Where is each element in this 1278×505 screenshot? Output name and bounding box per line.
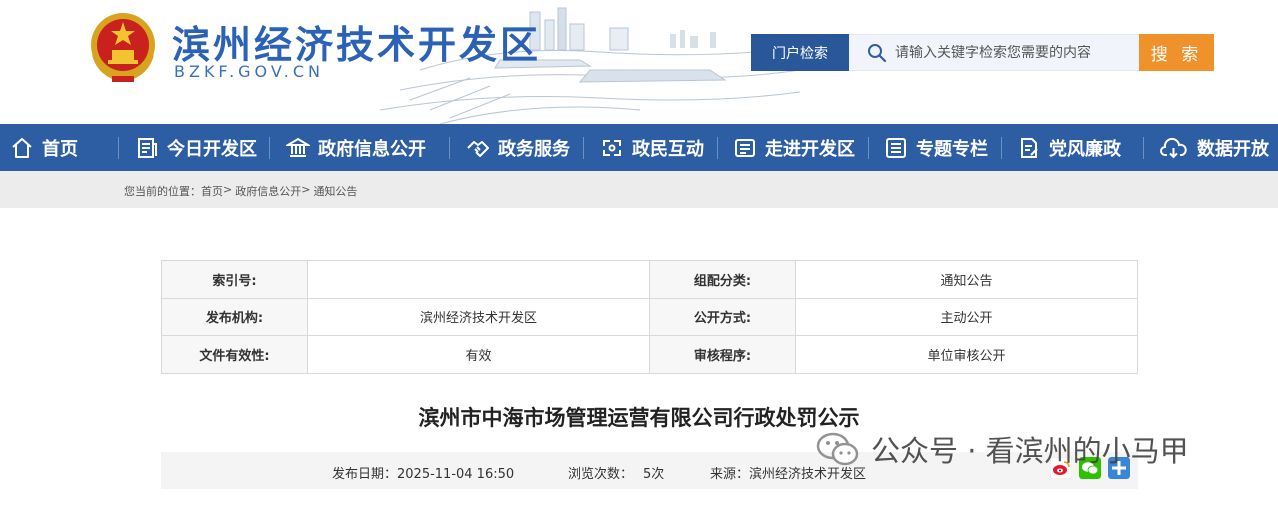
validity-label: 文件有效性: (161, 335, 308, 374)
breadcrumb-prefix: 您当前的位置： (124, 185, 201, 198)
nav-label: 走进开发区 (765, 138, 855, 160)
nav-item-about-zone[interactable]: 走进开发区 (733, 124, 855, 171)
nav-item-gov-info[interactable]: 政府信息公开 (286, 124, 426, 171)
national-emblem-logo (91, 13, 155, 83)
nav-label: 数据开放 (1197, 138, 1269, 160)
government-building-icon (286, 137, 310, 157)
wechat-logo-icon (816, 432, 859, 466)
newspaper-icon (138, 137, 157, 158)
nav-divider (583, 137, 584, 159)
nav-label: 政府信息公开 (318, 138, 426, 160)
profile-card-icon (735, 138, 755, 157)
disclosure-method-value: 主动公开 (795, 297, 1138, 336)
nav-label: 首页 (42, 138, 78, 160)
nav-divider (449, 137, 450, 159)
nav-divider (1001, 137, 1002, 159)
nav-divider (269, 137, 270, 159)
site-domain: BZKF.GOV.CN (174, 62, 324, 81)
nav-divider (868, 137, 869, 159)
breadcrumb: 您当前的位置： 首页 > 政府信息公开 > 通知公告 (0, 171, 1278, 208)
main-nav: 首页 今日开发区 政府信息公开 政务服务 政民互动 走进开发区 专题专栏 党风廉… (0, 124, 1278, 171)
home-icon (12, 137, 32, 158)
site-header: 滨州经济技术开发区 BZKF.GOV.CN 门户检索 搜 索 (0, 0, 1278, 124)
nav-label: 今日开发区 (167, 138, 257, 160)
breadcrumb-separator: > (223, 183, 233, 196)
cloud-download-icon (1160, 137, 1187, 158)
disclosure-method-label: 公开方式: (649, 297, 796, 336)
handshake-icon (467, 140, 489, 157)
list-icon (886, 137, 906, 158)
nav-item-special-topics[interactable]: 专题专栏 (884, 124, 988, 171)
category-value: 通知公告 (795, 260, 1138, 299)
nav-divider (717, 137, 718, 159)
watermark-text: 公众号 · 看滨州的小马甲 (871, 434, 1189, 468)
index-number-value (307, 260, 650, 299)
nav-label: 党风廉政 (1049, 138, 1121, 160)
nav-item-services[interactable]: 政务服务 (466, 124, 570, 171)
table-row: 发布机构: 滨州经济技术开发区 公开方式: 主动公开 (161, 297, 1138, 336)
table-row: 文件有效性: 有效 审核程序: 单位审核公开 (161, 335, 1138, 374)
document-pen-icon (1021, 137, 1038, 158)
nav-label: 政务服务 (498, 138, 570, 160)
category-label: 组配分类: (649, 260, 796, 299)
search-button[interactable]: 搜 索 (1139, 34, 1214, 71)
nav-divider (118, 137, 119, 159)
site-title: 滨州经济技术开发区 (172, 23, 542, 67)
nav-item-home[interactable]: 首页 (10, 124, 78, 171)
wechat-watermark: 公众号 · 看滨州的小马甲 (815, 428, 1189, 470)
index-number-label: 索引号: (161, 260, 308, 299)
search-input[interactable] (895, 44, 1125, 61)
breadcrumb-notices[interactable]: 通知公告 (313, 183, 357, 199)
breadcrumb-separator: > (301, 183, 311, 196)
document-info-table: 索引号: 组配分类: 通知公告 发布机构: 滨州经济技术开发区 公开方式: 主动… (161, 260, 1138, 374)
nav-item-open-data[interactable]: 数据开放 (1159, 124, 1269, 171)
views-label: 浏览次数： (568, 467, 634, 482)
nav-label: 政民互动 (632, 138, 704, 160)
interaction-icon (603, 139, 621, 156)
search-field-wrap (849, 34, 1139, 71)
table-row: 索引号: 组配分类: 通知公告 (161, 260, 1138, 299)
review-procedure-value: 单位审核公开 (795, 335, 1138, 374)
nav-item-today-zone[interactable]: 今日开发区 (135, 124, 257, 171)
nav-item-interaction[interactable]: 政民互动 (600, 124, 704, 171)
review-procedure-label: 审核程序: (649, 335, 796, 374)
publisher-label: 发布机构: (161, 297, 308, 336)
search-scope-button[interactable]: 门户检索 (751, 34, 849, 71)
views-count: 5次 (643, 467, 665, 482)
search-box: 门户检索 搜 索 (751, 34, 1214, 71)
nav-item-integrity[interactable]: 党风廉政 (1017, 124, 1121, 171)
nav-divider (1143, 137, 1144, 159)
validity-value: 有效 (307, 335, 650, 374)
nav-label: 专题专栏 (916, 138, 988, 160)
publish-date: 发布日期：2025-11-04 16:50 (332, 467, 515, 482)
breadcrumb-gov-info[interactable]: 政府信息公开 (235, 183, 301, 199)
breadcrumb-home[interactable]: 首页 (201, 183, 223, 199)
search-icon (868, 43, 887, 62)
publisher-value: 滨州经济技术开发区 (307, 297, 650, 336)
